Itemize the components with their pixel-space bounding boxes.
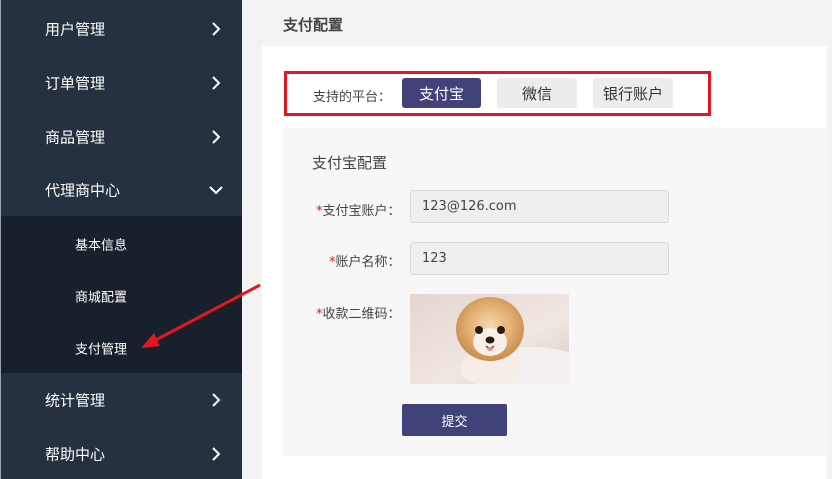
account-label: *支付宝账户： [316,200,401,219]
sidebar: 用户管理 订单管理 商品管理 代理商中心 基本信息 商城配置 支付管理 统计管理… [0,0,242,479]
qr-code-image[interactable] [410,294,569,384]
content-header [262,0,832,46]
sidebar-item-order-management[interactable]: 订单管理 [1,56,242,110]
chevron-right-icon [212,393,221,407]
annotation-highlight-box [284,71,711,116]
chevron-right-icon [212,22,221,36]
qr-code-label: *收款二维码： [316,303,401,322]
chevron-down-icon [209,186,223,195]
sidebar-item-product-management[interactable]: 商品管理 [1,110,242,164]
chevron-right-icon [212,76,221,90]
sidebar-subitem-label: 支付管理 [75,342,128,358]
sidebar-item-label: 用户管理 [45,20,106,39]
sidebar-item-label: 商品管理 [45,128,106,147]
sidebar-subitem-label: 商城配置 [75,290,128,306]
sidebar-item-agent-center[interactable]: 代理商中心 [1,163,242,217]
sidebar-subitem-basic-info[interactable]: 基本信息 [1,218,242,270]
account-name-label-text: 账户名称： [335,255,401,270]
sidebar-item-label: 帮助中心 [45,445,106,464]
submit-button[interactable]: 提交 [402,404,507,436]
sidebar-subitem-payment-management[interactable]: 支付管理 [1,322,242,374]
chevron-right-icon [212,130,221,144]
sidebar-item-help-center[interactable]: 帮助中心 [1,427,242,479]
section-title: 支付宝配置 [312,154,388,172]
account-label-text: 支付宝账户： [322,204,401,219]
sidebar-item-label: 订单管理 [45,74,106,93]
chevron-right-icon [212,447,221,461]
account-name-input[interactable]: 123 [410,242,669,275]
sidebar-item-label: 代理商中心 [45,181,121,200]
puppy-photo-icon [410,294,569,384]
sidebar-subitem-mall-config[interactable]: 商城配置 [1,270,242,322]
alipay-config-panel [282,128,827,456]
agent-center-submenu: 基本信息 商城配置 支付管理 [1,216,242,373]
sidebar-item-user-management[interactable]: 用户管理 [1,2,242,56]
account-name-label: *账户名称： [329,251,401,270]
qr-code-label-text: 收款二维码： [322,307,401,322]
sidebar-item-statistics-management[interactable]: 统计管理 [1,373,242,427]
sidebar-item-label: 统计管理 [45,391,106,410]
alipay-account-input[interactable]: 123@126.com [410,190,669,223]
page-title: 支付配置 [283,16,344,34]
sidebar-subitem-label: 基本信息 [75,238,128,254]
